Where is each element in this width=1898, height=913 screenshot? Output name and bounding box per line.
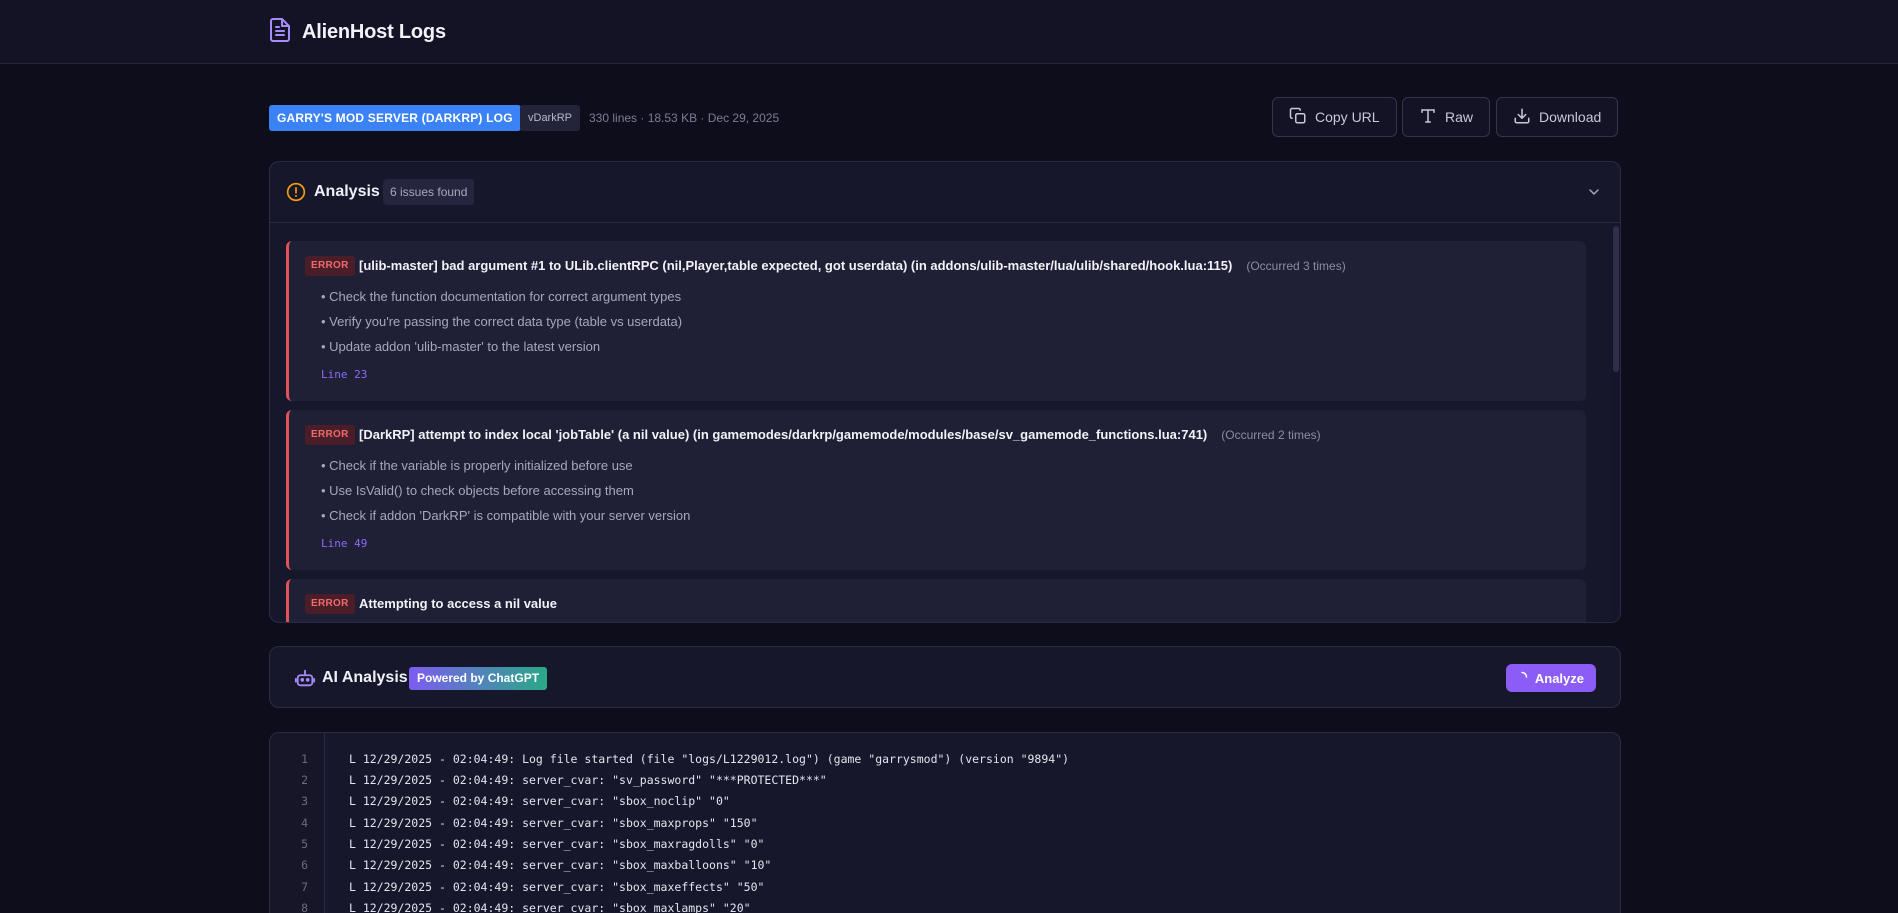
error-badge: ERROR xyxy=(305,256,355,276)
suggestion: • Check the function documentation for c… xyxy=(321,289,682,304)
log-viewer: 1 L 12/29/2025 - 02:04:49: Log file star… xyxy=(269,732,1621,913)
version-badge: vDarkRP xyxy=(520,105,581,131)
line-text: L 12/29/2025 - 02:04:49: server_cvar: "s… xyxy=(349,816,758,830)
line-number: 6 xyxy=(301,858,308,872)
log-header: GARRY'S MOD SERVER (DARKRP) LOG vDarkRP … xyxy=(269,97,1621,137)
copy-url-label: Copy URL xyxy=(1315,109,1380,125)
line-text: L 12/29/2025 - 02:04:49: server_cvar: "s… xyxy=(349,880,765,894)
analyze-label: Analyze xyxy=(1534,670,1584,686)
line-text: L 12/29/2025 - 02:04:49: server_cvar: "s… xyxy=(349,773,827,787)
line-number: 1 xyxy=(301,752,308,766)
download-label: Download xyxy=(1539,109,1602,125)
line-text: L 12/29/2025 - 02:04:49: Log file starte… xyxy=(349,752,1070,766)
issues-list: ERROR [ulib-master] bad argument #1 to U… xyxy=(270,224,1606,622)
download-icon xyxy=(1513,107,1531,128)
issue-message-text: [ulib-master] bad argument #1 to ULib.cl… xyxy=(359,258,1233,273)
top-bar: AlienHost Logs xyxy=(0,0,1898,64)
download-button[interactable]: Download xyxy=(1496,97,1619,137)
issue-count-badge: 6 issues found xyxy=(383,179,475,205)
app-title: AlienHost Logs xyxy=(302,21,446,43)
log-meta: 330 lines · 18.53 KB · Dec 29, 2025 xyxy=(589,111,780,125)
suggestion: • Verify you're passing the correct data… xyxy=(321,314,683,329)
error-badge: ERROR xyxy=(305,425,355,445)
issue-item: ERROR Attempting to access a nil value xyxy=(286,579,1586,622)
line-link[interactable]: Line 23 xyxy=(321,368,367,381)
issue-message: [DarkRP] attempt to index local 'jobTabl… xyxy=(359,427,1321,442)
analysis-panel: Analysis 6 issues found ERROR [ulib-mast… xyxy=(269,161,1621,623)
analyze-button[interactable]: Analyze xyxy=(1505,664,1596,692)
suggestion: • Check if the variable is properly init… xyxy=(321,458,633,473)
suggestion: • Use IsValid() to check objects before … xyxy=(321,483,634,498)
raw-button[interactable]: Raw xyxy=(1402,97,1491,137)
text-icon xyxy=(1419,107,1437,128)
issue-item: ERROR [ulib-master] bad argument #1 to U… xyxy=(286,241,1586,401)
error-badge: ERROR xyxy=(305,594,355,614)
line-number: 4 xyxy=(301,816,308,830)
copy-url-button[interactable]: Copy URL xyxy=(1272,97,1397,137)
raw-label: Raw xyxy=(1445,109,1474,125)
line-text: L 12/29/2025 - 02:04:49: server_cvar: "s… xyxy=(349,858,772,872)
analysis-header[interactable]: Analysis 6 issues found xyxy=(270,162,1620,223)
line-text: L 12/29/2025 - 02:04:49: server_cvar: "s… xyxy=(349,837,765,851)
line-text: L 12/29/2025 - 02:04:49: server_cvar: "s… xyxy=(349,901,751,913)
ai-analysis-title: AI Analysis xyxy=(322,669,408,686)
line-number: 3 xyxy=(301,794,308,808)
log-type-badge: GARRY'S MOD SERVER (DARKRP) LOG xyxy=(269,105,521,131)
line-text: L 12/29/2025 - 02:04:49: server_cvar: "s… xyxy=(349,794,730,808)
occurrence-count: (Occurred 3 times) xyxy=(1246,259,1346,273)
issue-message-text: [DarkRP] attempt to index local 'jobTabl… xyxy=(359,427,1208,442)
analysis-title: Analysis xyxy=(314,183,380,200)
issue-message-text: Attempting to access a nil value xyxy=(359,596,557,611)
chevron-down-icon[interactable] xyxy=(1586,184,1602,205)
issue-item: ERROR [DarkRP] attempt to index local 'j… xyxy=(286,410,1586,570)
line-number: 5 xyxy=(301,837,308,851)
spinner-icon xyxy=(1516,671,1528,686)
line-number: 2 xyxy=(301,773,308,787)
occurrence-count: (Occurred 2 times) xyxy=(1221,428,1321,442)
brand[interactable]: AlienHost Logs xyxy=(268,17,446,48)
line-number: 8 xyxy=(301,901,308,913)
ai-analysis-panel: AI Analysis Powered by ChatGPT Analyze xyxy=(269,646,1621,708)
issues-scrollbar-thumb[interactable] xyxy=(1613,226,1619,372)
suggestion: • Check if addon 'DarkRP' is compatible … xyxy=(321,508,691,523)
line-number: 7 xyxy=(301,880,308,894)
copy-icon xyxy=(1289,107,1307,128)
powered-by-badge: Powered by ChatGPT xyxy=(409,667,548,690)
issue-message: [ulib-master] bad argument #1 to ULib.cl… xyxy=(359,258,1346,273)
line-link[interactable]: Line 49 xyxy=(321,537,367,550)
issue-message: Attempting to access a nil value xyxy=(359,596,557,611)
document-icon xyxy=(268,17,292,48)
suggestion: • Update addon 'ulib-master' to the late… xyxy=(321,339,601,354)
alert-circle-icon xyxy=(286,182,306,207)
bot-icon xyxy=(294,667,316,694)
